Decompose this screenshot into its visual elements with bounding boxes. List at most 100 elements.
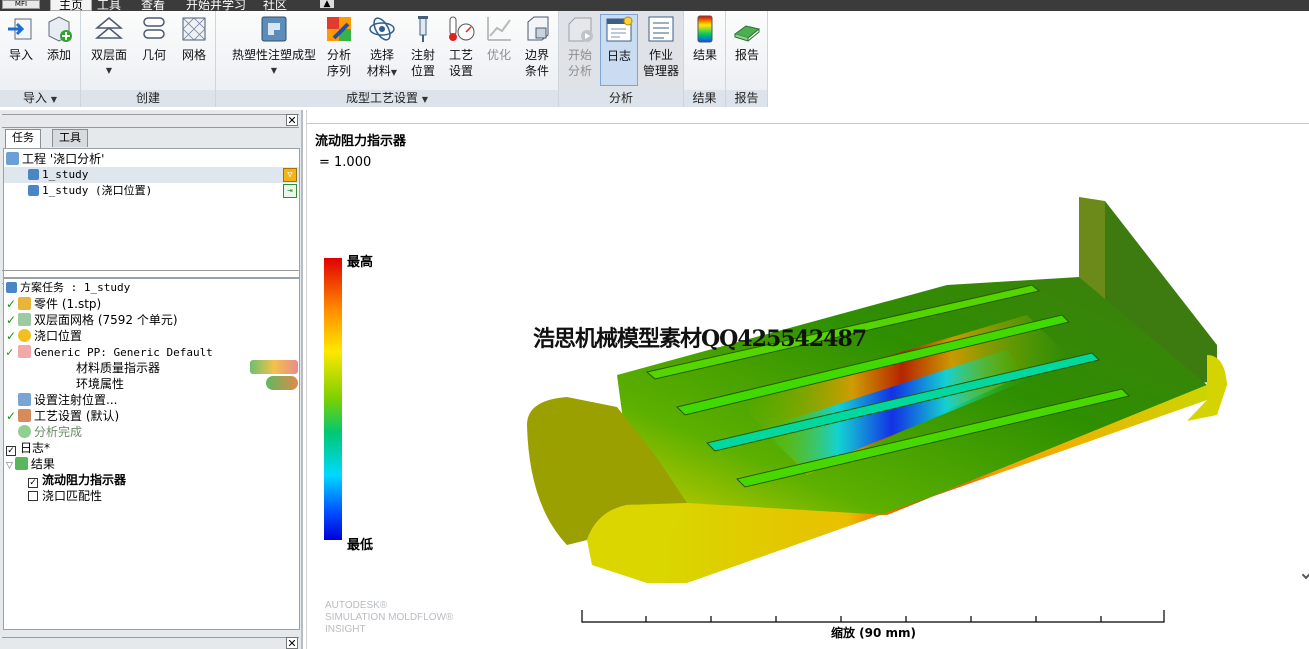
tab-view[interactable]: 查看 [141, 0, 165, 11]
geometry-label: 几何 [141, 48, 166, 62]
task-part[interactable]: ✓ 零件 (1.stp) [6, 296, 101, 312]
task-gate-label: 浇口位置 [34, 329, 83, 343]
log-label: 日志 [606, 49, 631, 63]
study-label-2: 1_study (浇口位置) [42, 184, 153, 197]
checkbox-checked[interactable]: ✓ [28, 478, 38, 488]
close-icon[interactable]: ✕ [286, 114, 298, 127]
results-small-icon [14, 457, 28, 470]
close-icon[interactable]: ✕ [286, 637, 298, 649]
task-gate[interactable]: ✓ 浇口位置 [6, 328, 82, 344]
checkbox-unchecked[interactable] [28, 491, 38, 501]
task-results[interactable]: ▽ 结果 [6, 456, 55, 472]
group-import: 导入 添加 导入 ▼ [0, 11, 81, 107]
group-title-report: 报告 [726, 90, 767, 107]
report-book-icon [732, 14, 762, 44]
material-quality-indicator-icon[interactable] [250, 360, 298, 374]
project-root[interactable]: 工程 '浇口分析' [6, 151, 104, 167]
task-injection-location[interactable]: 设置注射位置... [6, 392, 117, 408]
environment-icon[interactable] [266, 376, 298, 390]
process-settings-small-icon [18, 409, 31, 422]
add-icon [44, 14, 74, 44]
group-title-analysis: 分析 [559, 90, 683, 107]
analysis-complete-icon [18, 425, 31, 438]
result-flow-resistance[interactable]: ✓ 流动阻力指示器 [28, 472, 126, 488]
study-label-1: 1_study [42, 168, 89, 181]
job-manager-icon [646, 14, 676, 44]
mesh-button[interactable]: 网格 [177, 14, 211, 63]
group-title-process[interactable]: 成型工艺设置 ▼ [216, 90, 558, 107]
checkbox-checked[interactable]: ✓ [6, 446, 16, 456]
task-material[interactable]: ✓ Generic PP: Generic Default [6, 344, 213, 360]
dual-domain-button[interactable]: 双层面 ▼ [89, 14, 129, 79]
process-type-label: 热塑性注塑成型 [231, 48, 316, 62]
syringe-small-icon [18, 393, 31, 406]
part-model-render[interactable] [507, 185, 1227, 585]
group-title-import[interactable]: 导入 ▼ [0, 90, 80, 107]
panel-header: ✕ [2, 114, 299, 128]
result-gate-suitability[interactable]: 浇口匹配性 [28, 488, 102, 504]
task-analysis-complete[interactable]: 分析完成 [6, 424, 82, 440]
project-task-panel: ✕ 任务 工具 工程 '浇口分析' 1_study ▽ 1_study (浇口位… [0, 110, 303, 649]
process-type-button[interactable]: 热塑性注塑成型 ▼ [224, 14, 324, 79]
legend-high-label: 最高 [347, 255, 374, 270]
task-process-settings[interactable]: ✓ 工艺设置 (默认) [6, 408, 119, 424]
task-mesh[interactable]: ✓ 双层面网格 (7592 个单元) [6, 312, 178, 328]
import-button[interactable]: 导入 [4, 14, 38, 63]
import-label: 导入 [8, 48, 33, 62]
model-viewport[interactable]: 流动阻力指示器 = 1.000 最高 最低 浩思机械模型素材QQ42554248… [306, 110, 1309, 649]
help-dropdown-icon[interactable]: ▲ [320, 0, 334, 9]
tab-tools[interactable]: 工具 [97, 0, 121, 11]
log-button[interactable]: 日志 [600, 14, 638, 86]
injection-location-button[interactable]: 注射 位置 [406, 14, 440, 79]
analysis-sequence-label-1: 分析 [326, 48, 351, 62]
check-icon: ✓ [6, 297, 17, 311]
ribbon-tab-bar: MFI 主页 工具 查看 开始并学习 社区 ▲ [0, 0, 1309, 11]
task-environment[interactable]: 环境属性 [76, 376, 124, 392]
task-log-label: 日志* [20, 441, 51, 455]
project-title: 工程 '浇口分析' [22, 152, 105, 166]
study-item-1[interactable]: 1_study ▽ [4, 167, 299, 183]
analysis-sequence-button[interactable]: 分析 序列 [322, 14, 356, 79]
add-button[interactable]: 添加 [42, 14, 76, 63]
start-analysis-label-2: 分析 [567, 64, 592, 78]
boundary-conditions-label-1: 边界 [524, 48, 549, 62]
scale-label: 缩放 (90 mm) [831, 626, 917, 640]
optimize-button[interactable]: 优化 [482, 14, 516, 63]
study-icon [28, 185, 39, 196]
collapse-icon[interactable]: ▽ [6, 461, 13, 471]
report-button[interactable]: 报告 [730, 14, 764, 63]
tab-start-learn[interactable]: 开始并学习 [186, 0, 246, 11]
molecule-icon [367, 14, 397, 44]
study-item-2[interactable]: 1_study (浇口位置) ⇥ [4, 183, 299, 199]
boundary-conditions-button[interactable]: 边界 条件 [520, 14, 554, 79]
tab-home[interactable]: 主页 [50, 0, 93, 11]
brand-line-3: INSIGHT [325, 624, 366, 635]
open-study-icon[interactable]: ⇥ [283, 184, 297, 198]
job-manager-button[interactable]: 作业 管理器 [641, 14, 681, 79]
job-manager-label-2: 管理器 [642, 64, 679, 78]
select-material-button[interactable]: 选择 材料▼ [362, 14, 402, 81]
watermark-text: 浩思机械模型素材QQ425542487 [533, 326, 867, 352]
task-material-quality[interactable]: 材料质量指示器 [76, 360, 160, 376]
process-settings-label-2: 设置 [448, 64, 473, 78]
start-analysis-button[interactable]: 开始 分析 [563, 14, 597, 79]
process-settings-button[interactable]: 工艺 设置 [444, 14, 478, 79]
color-legend-bar [324, 258, 342, 540]
project-icon [6, 152, 19, 165]
app-menu-button[interactable]: MFI [2, 0, 40, 9]
filter-icon[interactable]: ▽ [283, 168, 297, 182]
cursor-icon [1301, 570, 1309, 580]
task-log[interactable]: ✓ 日志* [6, 440, 50, 456]
group-analysis: 开始 分析 日志 作业 管理器 分析 [559, 11, 684, 107]
tab-tools-panel[interactable]: 工具 [52, 129, 88, 147]
job-manager-label-1: 作业 [648, 48, 673, 62]
ribbon: 导入 添加 导入 ▼ 双层面 ▼ 几何 网格 创建 热塑性注塑成型 ▼ 分析 序… [0, 11, 768, 107]
result-title: 流动阻力指示器 [315, 134, 407, 149]
injection-location-label-1: 注射 [410, 48, 435, 62]
results-button[interactable]: 结果 [688, 14, 722, 63]
mesh-label: 网格 [181, 48, 206, 62]
geometry-button[interactable]: 几何 [137, 14, 171, 63]
tab-tasks[interactable]: 任务 [5, 129, 41, 148]
tab-community[interactable]: 社区 [263, 0, 287, 11]
optimize-chart-icon [484, 14, 514, 44]
